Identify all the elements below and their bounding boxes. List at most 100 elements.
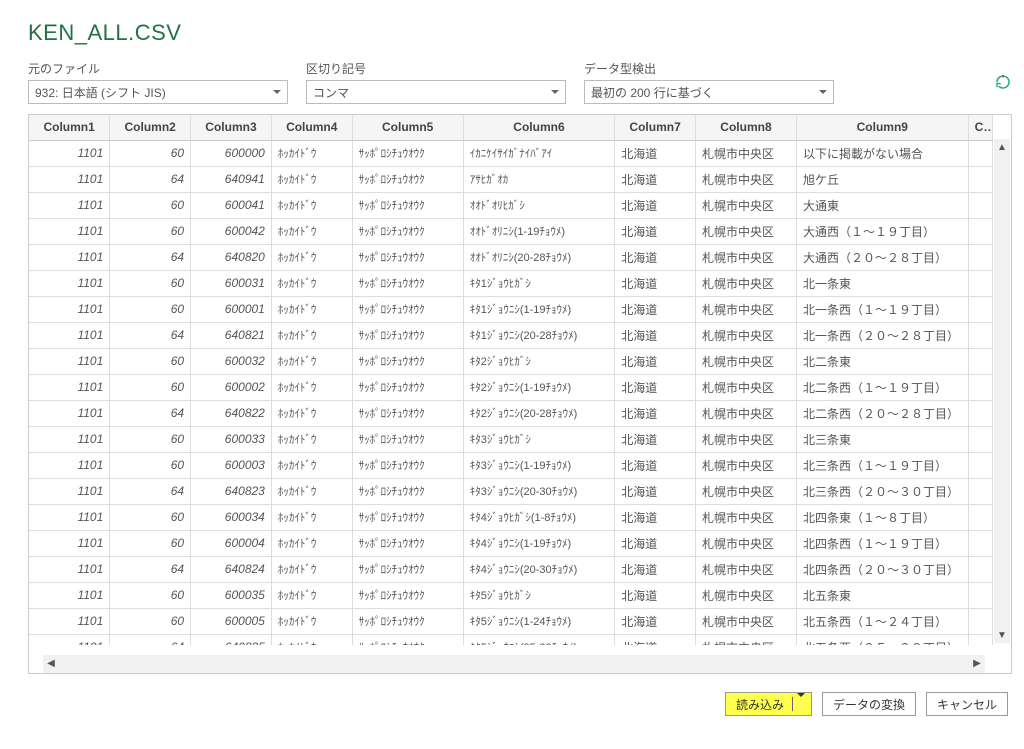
table-row[interactable]: 110160600031ﾎｯｶｲﾄﾞｳｻｯﾎﾟﾛｼﾁｭｳｵｳｸｷﾀ1ｼﾞｮｳﾋｶ… xyxy=(29,270,993,296)
column-header[interactable]: Column1 xyxy=(29,115,110,140)
cell: 1101 xyxy=(29,218,110,244)
table-row[interactable]: 110160600042ﾎｯｶｲﾄﾞｳｻｯﾎﾟﾛｼﾁｭｳｵｳｸｵｵﾄﾞｵﾘﾆｼ(… xyxy=(29,218,993,244)
load-button[interactable]: 読み込み xyxy=(725,692,812,716)
cell: 北三条東 xyxy=(796,426,968,452)
cell xyxy=(968,452,992,478)
scroll-up-icon[interactable]: ▲ xyxy=(994,139,1010,155)
chevron-down-icon xyxy=(551,90,559,94)
cell: ｷﾀ4ｼﾞｮｳﾆｼ(1-19ﾁｮｳﾒ) xyxy=(463,530,614,556)
cell: 北海道 xyxy=(615,270,696,296)
table-row[interactable]: 110164640823ﾎｯｶｲﾄﾞｳｻｯﾎﾟﾛｼﾁｭｳｵｳｸｷﾀ3ｼﾞｮｳﾆｼ… xyxy=(29,478,993,504)
column-header[interactable]: Column3 xyxy=(191,115,272,140)
column-header[interactable]: Column8 xyxy=(695,115,796,140)
refresh-button[interactable] xyxy=(994,73,1012,91)
horizontal-scrollbar[interactable]: ◀ ▶ xyxy=(43,655,985,673)
cell: ｻｯﾎﾟﾛｼﾁｭｳｵｳｸ xyxy=(352,348,463,374)
scroll-down-icon[interactable]: ▼ xyxy=(994,627,1010,643)
table-row[interactable]: 110164640941ﾎｯｶｲﾄﾞｳｻｯﾎﾟﾛｼﾁｭｳｵｳｸｱｻﾋｶﾞｵｶ北海… xyxy=(29,166,993,192)
table-row[interactable]: 110160600002ﾎｯｶｲﾄﾞｳｻｯﾎﾟﾛｼﾁｭｳｵｳｸｷﾀ2ｼﾞｮｳﾆｼ… xyxy=(29,374,993,400)
cell: 60 xyxy=(110,348,191,374)
column-header[interactable]: Column2 xyxy=(110,115,191,140)
cell: ｷﾀ2ｼﾞｮｳﾆｼ(20-28ﾁｮｳﾒ) xyxy=(463,400,614,426)
column-header[interactable]: Column4 xyxy=(271,115,352,140)
cell: ｻｯﾎﾟﾛｼﾁｭｳｵｳｸ xyxy=(352,582,463,608)
delimiter-dropdown[interactable]: コンマ xyxy=(306,80,566,104)
column-header[interactable]: Column9 xyxy=(796,115,968,140)
cell: 北海道 xyxy=(615,634,696,645)
scroll-right-icon[interactable]: ▶ xyxy=(969,655,985,671)
cell: 札幌市中央区 xyxy=(695,556,796,582)
scroll-left-icon[interactable]: ◀ xyxy=(43,655,59,671)
cell: 北海道 xyxy=(615,348,696,374)
cell: 64 xyxy=(110,400,191,426)
cell xyxy=(968,478,992,504)
cell: ﾎｯｶｲﾄﾞｳ xyxy=(271,634,352,645)
cell: 北五条西（１～２４丁目） xyxy=(796,608,968,634)
cell: 600002 xyxy=(191,374,272,400)
table-row[interactable]: 110160600041ﾎｯｶｲﾄﾞｳｻｯﾎﾟﾛｼﾁｭｳｵｳｸｵｵﾄﾞｵﾘﾋｶﾞ… xyxy=(29,192,993,218)
table-row[interactable]: 110160600033ﾎｯｶｲﾄﾞｳｻｯﾎﾟﾛｼﾁｭｳｵｳｸｷﾀ3ｼﾞｮｳﾋｶ… xyxy=(29,426,993,452)
table-row[interactable]: 110160600000ﾎｯｶｲﾄﾞｳｻｯﾎﾟﾛｼﾁｭｳｵｳｸｲｶﾆｹｲｻｲｶﾞ… xyxy=(29,140,993,166)
cell: 札幌市中央区 xyxy=(695,218,796,244)
table-row[interactable]: 110160600005ﾎｯｶｲﾄﾞｳｻｯﾎﾟﾛｼﾁｭｳｵｳｸｷﾀ5ｼﾞｮｳﾆｼ… xyxy=(29,608,993,634)
table-row[interactable]: 110164640821ﾎｯｶｲﾄﾞｳｻｯﾎﾟﾛｼﾁｭｳｵｳｸｷﾀ1ｼﾞｮｳﾆｼ… xyxy=(29,322,993,348)
column-header[interactable]: Column7 xyxy=(615,115,696,140)
cell: ｷﾀ3ｼﾞｮｳﾆｼ(1-19ﾁｮｳﾒ) xyxy=(463,452,614,478)
table-row[interactable]: 110160600034ﾎｯｶｲﾄﾞｳｻｯﾎﾟﾛｼﾁｭｳｵｳｸｷﾀ4ｼﾞｮｳﾋｶ… xyxy=(29,504,993,530)
cell: 1101 xyxy=(29,270,110,296)
cell: 北海道 xyxy=(615,166,696,192)
cell: 64 xyxy=(110,166,191,192)
table-row[interactable]: 110164640825ﾎｯｶｲﾄﾞｳｻｯﾎﾟﾛｼﾁｭｳｵｳｸｷﾀ5ｼﾞｮｳﾆｼ… xyxy=(29,634,993,645)
column-header[interactable]: Column6 xyxy=(463,115,614,140)
column-header[interactable]: Cc xyxy=(968,115,992,140)
cell: 1101 xyxy=(29,582,110,608)
cell: 1101 xyxy=(29,530,110,556)
cell: 北海道 xyxy=(615,400,696,426)
cell: 640824 xyxy=(191,556,272,582)
origin-dropdown[interactable]: 932: 日本語 (シフト JIS) xyxy=(28,80,288,104)
cell: 1101 xyxy=(29,608,110,634)
detect-dropdown[interactable]: 最初の 200 行に基づく xyxy=(584,80,834,104)
cell xyxy=(968,608,992,634)
vertical-scrollbar[interactable]: ▲ ▼ xyxy=(994,139,1010,643)
cell: 640823 xyxy=(191,478,272,504)
cell: 600041 xyxy=(191,192,272,218)
cell: 1101 xyxy=(29,244,110,270)
cell: ｻｯﾎﾟﾛｼﾁｭｳｵｳｸ xyxy=(352,374,463,400)
table-row[interactable]: 110160600003ﾎｯｶｲﾄﾞｳｻｯﾎﾟﾛｼﾁｭｳｵｳｸｷﾀ3ｼﾞｮｳﾆｼ… xyxy=(29,452,993,478)
cell: 札幌市中央区 xyxy=(695,608,796,634)
cell: ｷﾀ2ｼﾞｮｳﾋｶﾞｼ xyxy=(463,348,614,374)
load-split-dropdown[interactable] xyxy=(792,697,809,711)
cell: 1101 xyxy=(29,556,110,582)
cell xyxy=(968,426,992,452)
table-row[interactable]: 110160600032ﾎｯｶｲﾄﾞｳｻｯﾎﾟﾛｼﾁｭｳｵｳｸｷﾀ2ｼﾞｮｳﾋｶ… xyxy=(29,348,993,374)
cell: 1101 xyxy=(29,296,110,322)
transform-button[interactable]: データの変換 xyxy=(822,692,916,716)
table-row[interactable]: 110164640820ﾎｯｶｲﾄﾞｳｻｯﾎﾟﾛｼﾁｭｳｵｳｸｵｵﾄﾞｵﾘﾆｼ(… xyxy=(29,244,993,270)
cancel-button[interactable]: キャンセル xyxy=(926,692,1008,716)
cell: ｷﾀ4ｼﾞｮｳﾆｼ(20-30ﾁｮｳﾒ) xyxy=(463,556,614,582)
table-row[interactable]: 110160600004ﾎｯｶｲﾄﾞｳｻｯﾎﾟﾛｼﾁｭｳｵｳｸｷﾀ4ｼﾞｮｳﾆｼ… xyxy=(29,530,993,556)
table-row[interactable]: 110160600035ﾎｯｶｲﾄﾞｳｻｯﾎﾟﾛｼﾁｭｳｵｳｸｷﾀ5ｼﾞｮｳﾋｶ… xyxy=(29,582,993,608)
cell xyxy=(968,322,992,348)
cell: 札幌市中央区 xyxy=(695,244,796,270)
preview-grid[interactable]: Column1Column2Column3Column4Column5Colum… xyxy=(29,115,1011,645)
cell: 1101 xyxy=(29,374,110,400)
table-row[interactable]: 110164640822ﾎｯｶｲﾄﾞｳｻｯﾎﾟﾛｼﾁｭｳｵｳｸｷﾀ2ｼﾞｮｳﾆｼ… xyxy=(29,400,993,426)
cell: 640821 xyxy=(191,322,272,348)
cell: 60 xyxy=(110,582,191,608)
table-row[interactable]: 110160600001ﾎｯｶｲﾄﾞｳｻｯﾎﾟﾛｼﾁｭｳｵｳｸｷﾀ1ｼﾞｮｳﾆｼ… xyxy=(29,296,993,322)
cell: 大通西（１～１９丁目） xyxy=(796,218,968,244)
cell: 札幌市中央区 xyxy=(695,504,796,530)
cell: ｻｯﾎﾟﾛｼﾁｭｳｵｳｸ xyxy=(352,296,463,322)
cell: ｻｯﾎﾟﾛｼﾁｭｳｵｳｸ xyxy=(352,400,463,426)
cell: 64 xyxy=(110,478,191,504)
cell: 60 xyxy=(110,140,191,166)
table-row[interactable]: 110164640824ﾎｯｶｲﾄﾞｳｻｯﾎﾟﾛｼﾁｭｳｵｳｸｷﾀ4ｼﾞｮｳﾆｼ… xyxy=(29,556,993,582)
column-header[interactable]: Column5 xyxy=(352,115,463,140)
origin-label: 元のファイル xyxy=(28,60,288,77)
cell: 64 xyxy=(110,322,191,348)
chevron-down-icon xyxy=(273,90,281,94)
cell xyxy=(968,348,992,374)
delimiter-value: コンマ xyxy=(313,84,349,101)
